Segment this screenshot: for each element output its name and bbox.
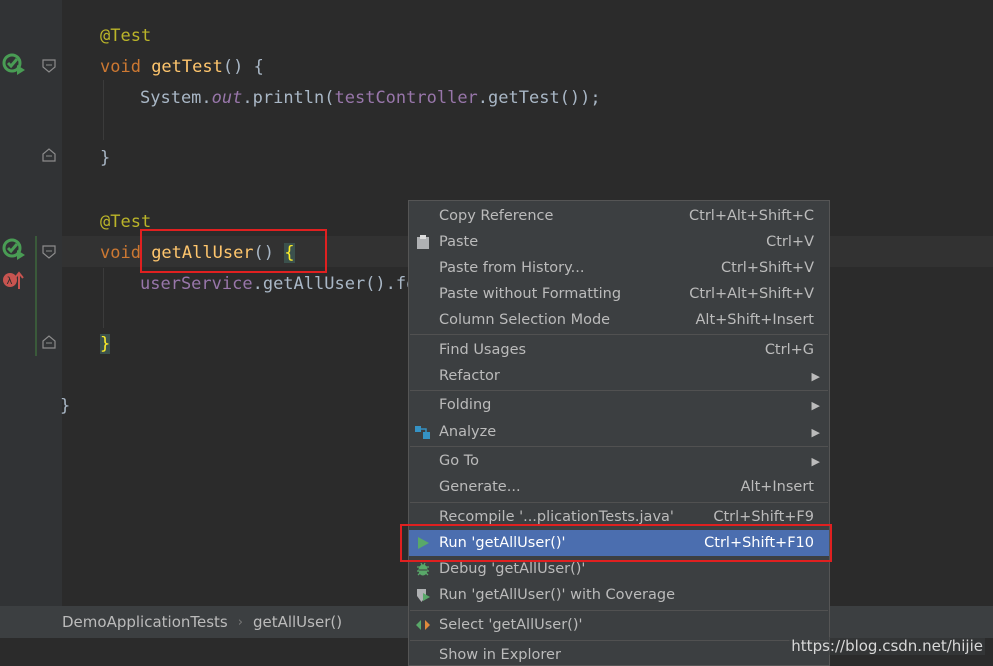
menu-item-label: Copy Reference — [439, 208, 554, 224]
code-line[interactable]: } — [60, 396, 70, 416]
menu-item-label: Debug 'getAllUser()' — [439, 561, 586, 577]
code-line[interactable]: @Test — [100, 26, 151, 46]
submenu-arrow-icon: ▶ — [811, 398, 820, 412]
submenu-arrow-icon: ▶ — [811, 369, 820, 383]
menu-item-shortcut: Ctrl+G — [764, 342, 814, 358]
menu-separator — [410, 390, 828, 391]
editor-gutter: λ — [0, 0, 62, 606]
class-ref: System. — [140, 88, 212, 108]
menu-item-show-in-explorer[interactable]: Show in Explorer — [409, 642, 829, 665]
annotation: @Test — [100, 26, 152, 46]
submenu-arrow-icon: ▶ — [811, 425, 820, 439]
menu-item-label: Folding — [439, 397, 492, 413]
run-test-icon[interactable] — [2, 53, 26, 75]
menu-separator — [410, 502, 828, 503]
submenu-arrow-icon: ▶ — [811, 454, 820, 468]
menu-item-label: Refactor — [439, 368, 500, 384]
field-ref: userService — [140, 274, 253, 294]
fold-marker-icon[interactable] — [42, 245, 56, 259]
menu-separator — [410, 640, 828, 641]
annotation-box — [400, 524, 832, 562]
watermark: https://blog.csdn.net/hijie — [789, 637, 985, 655]
method-name: getTest — [151, 57, 223, 77]
menu-item-shortcut: Ctrl+Alt+Shift+C — [689, 208, 814, 224]
menu-item-shortcut: Alt+Insert — [740, 479, 814, 495]
menu-item-refactor[interactable]: Refactor ▶ — [409, 363, 829, 389]
fold-marker-icon[interactable] — [42, 59, 56, 73]
menu-item-label: Column Selection Mode — [439, 312, 611, 328]
fold-marker-icon[interactable] — [42, 148, 56, 162]
code-line[interactable]: System.out.println(testController.getTes… — [140, 88, 601, 108]
analyze-icon — [414, 423, 432, 441]
brace: } — [100, 334, 111, 354]
menu-item-shortcut: Ctrl+V — [766, 234, 814, 250]
brace: { — [253, 57, 264, 77]
menu-item-paste-from-history[interactable]: Paste from History... Ctrl+Shift+V — [409, 255, 829, 281]
brace: } — [100, 148, 111, 168]
breadcrumb-class[interactable]: DemoApplicationTests — [62, 613, 228, 631]
menu-item-paste[interactable]: Paste Ctrl+V — [409, 229, 829, 255]
menu-item-paste-without-formatting[interactable]: Paste without Formatting Ctrl+Alt+Shift+V — [409, 281, 829, 307]
lambda-up-arrow-icon[interactable]: λ — [2, 270, 24, 290]
menu-item-analyze[interactable]: Analyze ▶ — [409, 419, 829, 445]
menu-item-shortcut: Ctrl+Shift+F9 — [713, 509, 814, 525]
keyword: void — [100, 57, 152, 77]
menu-item-shortcut: Ctrl+Shift+V — [721, 260, 814, 276]
menu-item-label: Find Usages — [439, 342, 527, 358]
parens: () — [222, 57, 254, 77]
menu-item-shortcut: Ctrl+Alt+Shift+V — [689, 286, 814, 302]
code-line[interactable]: } — [100, 334, 111, 354]
menu-item-label: Recompile '...plicationTests.java' — [439, 509, 674, 525]
menu-item-label: Paste without Formatting — [439, 286, 622, 302]
fold-marker-icon[interactable] — [42, 335, 56, 349]
field-ref: testController — [334, 88, 478, 108]
menu-separator — [410, 610, 828, 611]
menu-item-label: Go To — [439, 453, 479, 469]
indent-guide — [103, 268, 104, 328]
coverage-icon — [414, 586, 432, 604]
menu-item-label: Paste from History... — [439, 260, 585, 276]
code-line[interactable]: void getTest() { — [100, 57, 264, 77]
menu-item-find-usages[interactable]: Find Usages Ctrl+G — [409, 337, 829, 363]
menu-item-folding[interactable]: Folding ▶ — [409, 392, 829, 418]
clipboard-icon — [414, 233, 432, 251]
debug-icon — [414, 560, 432, 578]
annotation-box — [140, 229, 327, 273]
chevron-right-icon: › — [237, 614, 243, 630]
change-marker — [35, 236, 37, 356]
menu-item-label: Select 'getAllUser()' — [439, 617, 583, 633]
select-target-icon — [414, 616, 432, 634]
svg-text:λ: λ — [7, 276, 13, 287]
menu-item-select[interactable]: Select 'getAllUser()' — [409, 612, 829, 638]
menu-item-shortcut: Alt+Shift+Insert — [695, 312, 814, 328]
menu-item-copy-reference[interactable]: Copy Reference Ctrl+Alt+Shift+C — [409, 203, 829, 229]
menu-item-generate[interactable]: Generate... Alt+Insert — [409, 474, 829, 500]
menu-item-label: Analyze — [439, 424, 497, 440]
code-line[interactable]: } — [100, 148, 110, 168]
menu-separator — [410, 446, 828, 447]
menu-separator — [410, 334, 828, 335]
menu-item-label: Paste — [439, 234, 479, 250]
static-field: out — [211, 88, 243, 108]
menu-item-run-with-coverage[interactable]: Run 'getAllUser()' with Coverage — [409, 582, 829, 608]
run-test-icon[interactable] — [2, 238, 26, 260]
brace: } — [60, 396, 71, 416]
menu-item-label: Show in Explorer — [439, 647, 561, 663]
breadcrumb-method[interactable]: getAllUser() — [253, 613, 342, 631]
menu-item-label: Generate... — [439, 479, 521, 495]
menu-item-column-selection-mode[interactable]: Column Selection Mode Alt+Shift+Insert — [409, 307, 829, 333]
menu-item-label: Run 'getAllUser()' with Coverage — [439, 587, 675, 603]
indent-guide — [103, 80, 104, 140]
method-call: .getAllUser().fo — [252, 274, 417, 294]
method-call: .getTest()); — [477, 88, 601, 108]
menu-item-go-to[interactable]: Go To ▶ — [409, 448, 829, 474]
context-menu: Copy Reference Ctrl+Alt+Shift+C Paste Ctrl… — [408, 200, 830, 666]
code-line[interactable]: userService.getAllUser().fo — [140, 274, 416, 294]
method-call: .println( — [242, 88, 335, 108]
